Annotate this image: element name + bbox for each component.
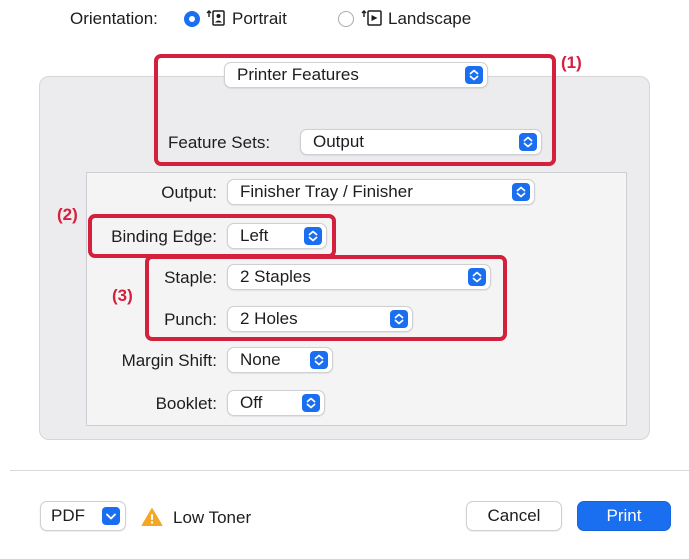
callout-box-1 xyxy=(154,54,556,166)
booklet-value: Off xyxy=(240,393,263,412)
chevron-updown-icon xyxy=(302,394,320,412)
callout-box-3 xyxy=(145,255,507,341)
chevron-updown-icon xyxy=(310,351,328,369)
portrait-label[interactable]: Portrait xyxy=(232,9,287,29)
output-value: Finisher Tray / Finisher xyxy=(240,182,413,201)
margin-shift-label: Margin Shift: xyxy=(121,351,217,370)
callout-number-1: (1) xyxy=(561,53,582,72)
pdf-menu-button[interactable]: PDF xyxy=(40,501,126,531)
landscape-icon xyxy=(361,10,382,26)
output-popup[interactable]: Finisher Tray / Finisher xyxy=(227,179,535,205)
callout-number-3: (3) xyxy=(112,286,133,305)
callout-box-2 xyxy=(88,214,336,258)
booklet-label: Booklet: xyxy=(155,394,217,413)
radio-unselected-icon[interactable] xyxy=(338,11,354,27)
print-button[interactable]: Print xyxy=(577,501,671,531)
margin-shift-value: None xyxy=(240,350,281,369)
output-label: Output: xyxy=(161,183,217,202)
orientation-label: Orientation: xyxy=(70,9,158,28)
booklet-popup[interactable]: Off xyxy=(227,390,325,416)
chevron-updown-icon xyxy=(512,183,530,201)
radio-selected-icon[interactable] xyxy=(184,11,200,27)
portrait-icon xyxy=(206,10,225,26)
callout-number-2: (2) xyxy=(57,205,78,224)
pdf-label: PDF xyxy=(51,506,85,525)
chevron-down-icon xyxy=(102,507,120,525)
landscape-label[interactable]: Landscape xyxy=(388,9,471,29)
margin-shift-popup[interactable]: None xyxy=(227,347,333,373)
warning-icon xyxy=(141,508,163,526)
cancel-button[interactable]: Cancel xyxy=(466,501,562,531)
footer-separator xyxy=(10,470,689,471)
low-toner-text: Low Toner xyxy=(173,508,252,527)
